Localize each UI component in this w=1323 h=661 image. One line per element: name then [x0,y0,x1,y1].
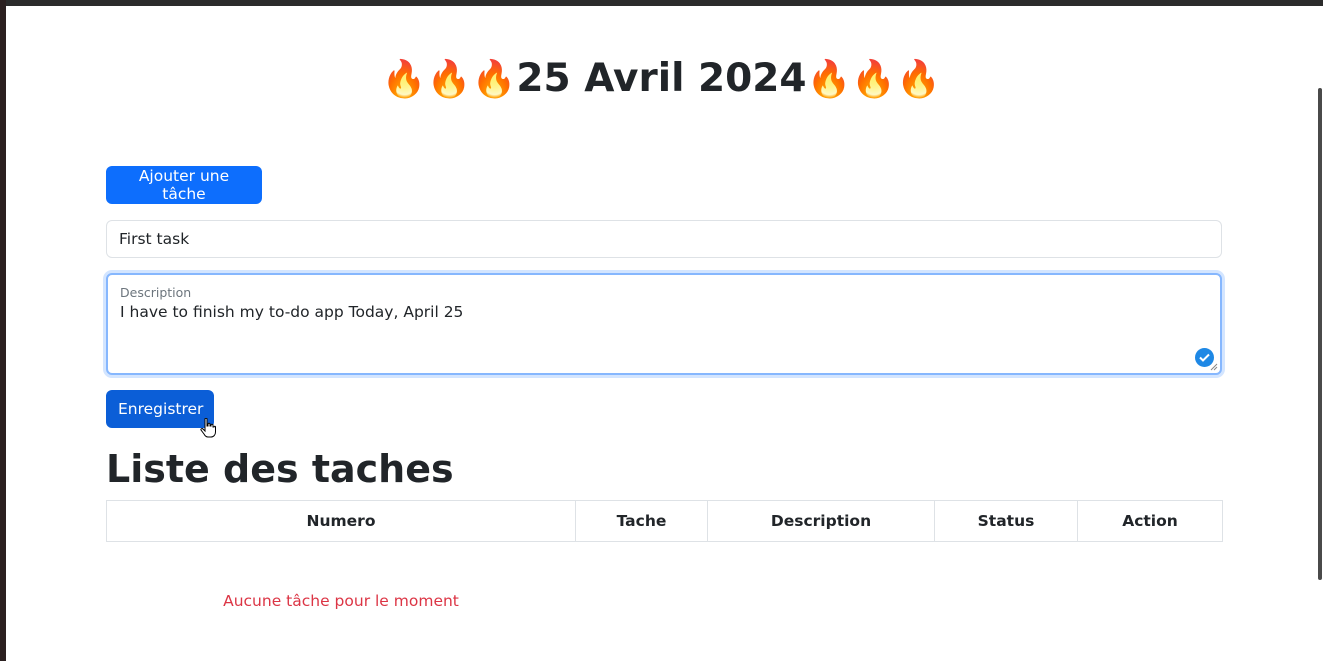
description-label: Description [120,285,192,300]
fire-icon: 🔥🔥🔥 [806,59,942,100]
table-header-row: Numero Tache Description Status Action [106,500,1223,542]
resize-handle-icon[interactable] [1209,362,1218,371]
task-list-title: Liste des taches [106,447,454,491]
scrollbar-thumb[interactable] [1318,88,1322,580]
task-input[interactable]: First task [106,220,1222,258]
description-value: I have to finish my to-do app Today, Apr… [120,303,464,321]
page-title: 🔥🔥🔥25 Avril 2024🔥🔥🔥 [0,52,1323,107]
task-table: Numero Tache Description Status Action [106,500,1223,542]
column-header-status: Status [934,500,1078,542]
fire-icon: 🔥🔥🔥 [381,59,517,100]
save-button-label: Enregistrer [118,400,204,418]
column-header-numero: Numero [106,500,576,542]
pointer-cursor-icon [200,418,216,438]
column-header-description: Description [707,500,935,542]
description-textarea[interactable]: Description I have to finish my to-do ap… [106,273,1222,375]
add-task-button[interactable]: Ajouter une tâche [106,166,262,204]
page-title-date: 25 Avril 2024 [516,56,807,101]
window-top-border [0,0,1323,6]
column-header-action: Action [1077,500,1223,542]
save-button[interactable]: Enregistrer [106,390,214,428]
empty-list-message: Aucune tâche pour le moment [223,592,459,610]
column-header-tache: Tache [575,500,708,542]
